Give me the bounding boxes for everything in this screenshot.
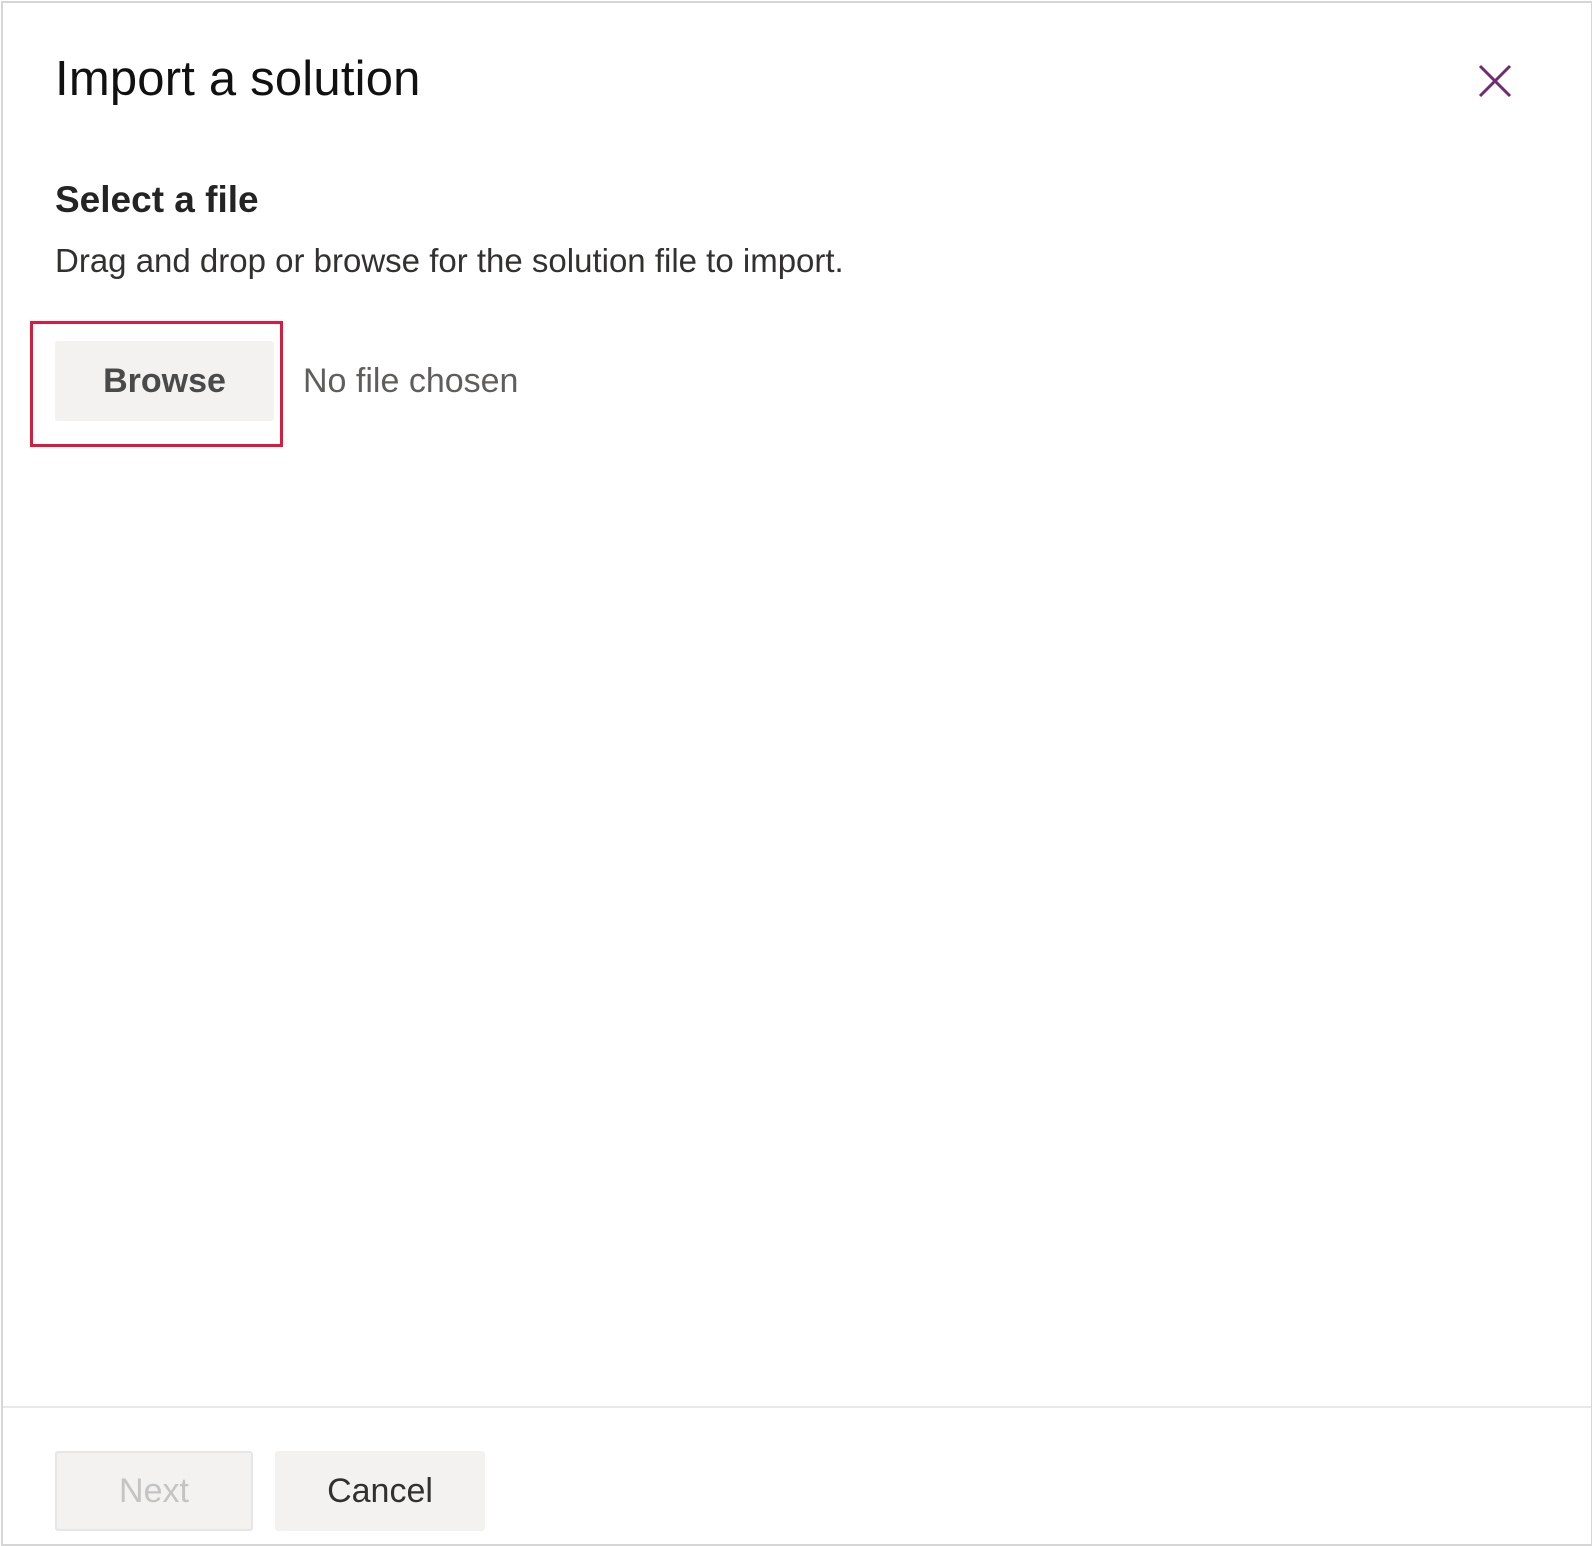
close-button[interactable] (1473, 59, 1517, 103)
dialog-title: Import a solution (55, 52, 421, 106)
next-button[interactable]: Next (55, 1451, 253, 1531)
cancel-button[interactable]: Cancel (275, 1451, 485, 1531)
section-heading: Select a file (55, 179, 259, 220)
file-status-text: No file chosen (303, 362, 519, 400)
browse-button[interactable]: Browse (55, 341, 274, 421)
close-icon (1478, 64, 1512, 98)
section-description: Drag and drop or browse for the solution… (55, 242, 844, 279)
import-solution-dialog: Import a solution Select a file Drag and… (1, 1, 1592, 1546)
footer-divider (3, 1406, 1591, 1408)
